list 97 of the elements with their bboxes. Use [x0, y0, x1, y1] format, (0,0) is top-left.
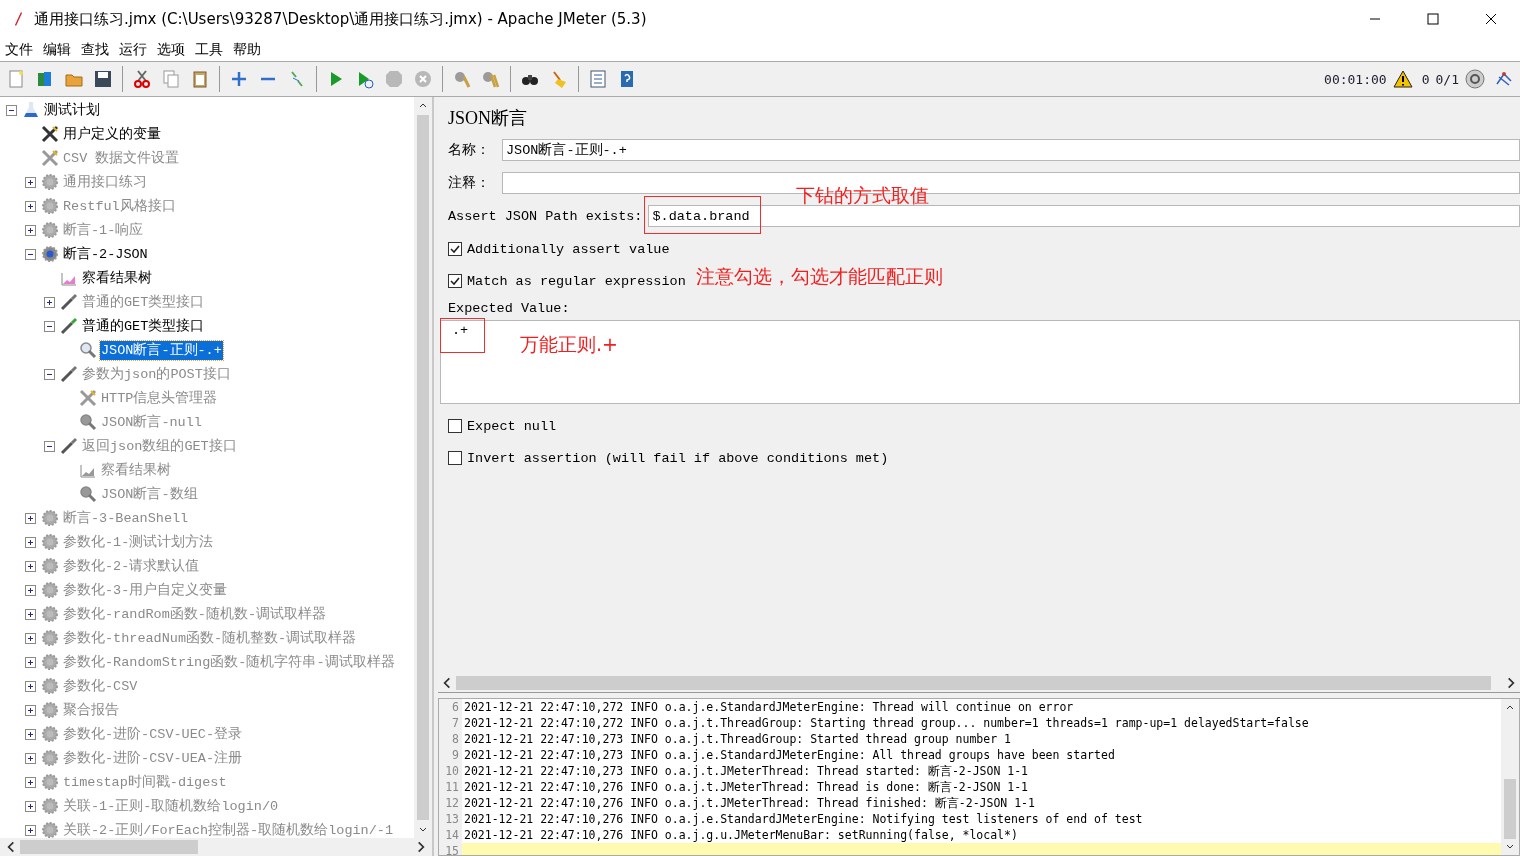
- log-line: 2021-12-21 22:47:10,273 INFO o.a.j.t.ThreadGroup: Started thread group number 1: [464, 732, 1011, 746]
- thread-count: 0/1: [1435, 71, 1459, 87]
- gear-icon: [41, 653, 59, 671]
- comment-label: 注释：: [448, 174, 490, 192]
- annotation-text: 万能正则.+: [520, 332, 618, 357]
- cut-icon[interactable]: [132, 69, 152, 89]
- name-label: 名称：: [448, 141, 490, 159]
- expected-value-label: Expected Value:: [448, 301, 571, 316]
- tree-item[interactable]: 用户定义的变量: [62, 124, 162, 144]
- expand-icon[interactable]: [229, 69, 249, 89]
- menu-item[interactable]: 帮助: [233, 40, 261, 59]
- tree-item[interactable]: 普通的GET类型接口: [81, 316, 206, 336]
- log-line: 2021-12-21 22:47:10,272 INFO o.a.j.e.StandardJMeterEngine: Thread will continue on error: [464, 700, 1074, 714]
- menu-item[interactable]: 查找: [81, 40, 109, 59]
- save-icon[interactable]: [93, 69, 113, 89]
- vertical-scrollbar[interactable]: [1501, 699, 1519, 855]
- line-number: 13: [439, 811, 462, 827]
- maximize-icon: [1427, 13, 1439, 25]
- log-line: 2021-12-21 22:47:10,276 INFO o.a.j.t.JMeterThread: Thread finished: 断言-2-JSON 1-1: [464, 795, 1035, 811]
- gear-icon: [41, 797, 59, 815]
- gear-icon: [41, 629, 59, 647]
- line-number: 15: [439, 843, 462, 855]
- checkbox-label[interactable]: Invert assertion (will fail if above conditions met): [467, 450, 889, 466]
- magnifier-icon: [79, 413, 97, 431]
- log-line: 2021-12-21 22:47:10,273 INFO o.a.j.e.StandardJMeterEngine: All thread groups have been started: [464, 748, 1115, 762]
- checkbox[interactable]: [448, 419, 462, 433]
- panel-title: JSON断言: [448, 107, 528, 130]
- paste-icon[interactable]: [190, 69, 210, 89]
- window-title: 通用接口练习.jmx (C:\Users\93287\Desktop\通用接口练习.jmx) - Apache JMeter (5.3): [34, 9, 647, 29]
- annotation-text: 注意勾选，勾选才能匹配正则: [695, 264, 943, 289]
- gear-icon: [41, 605, 59, 623]
- magnifier-icon: [79, 341, 97, 359]
- function-helper-icon[interactable]: [588, 69, 608, 89]
- gear-icon: [41, 245, 59, 263]
- pipette-icon: [60, 293, 78, 311]
- close-icon: [1485, 13, 1497, 25]
- line-number: 11: [439, 779, 462, 795]
- json-path-label: Assert JSON Path exists:: [448, 208, 643, 224]
- menu-item[interactable]: 文件: [5, 40, 33, 59]
- checkbox[interactable]: [448, 451, 462, 465]
- name-field[interactable]: JSON断言-正则-.+: [502, 139, 1520, 161]
- magnifier-icon: [79, 485, 97, 503]
- gear-icon: [41, 725, 59, 743]
- checkbox-label[interactable]: Additionally assert value: [467, 241, 670, 257]
- checkbox[interactable]: [448, 274, 462, 288]
- menu-item[interactable]: 运行: [119, 40, 147, 59]
- checkbox-label[interactable]: Expect null: [467, 418, 557, 434]
- line-number: 7: [439, 715, 462, 731]
- json-path-field[interactable]: $.data.brand: [648, 205, 1520, 227]
- log-line: 2021-12-21 22:47:10,272 INFO o.a.j.t.ThreadGroup: Starting thread group... number=1 threads=1 ramp-up=1 delayedStart=false: [464, 716, 1309, 730]
- checkbox[interactable]: [448, 242, 462, 256]
- line-number: 12: [439, 795, 462, 811]
- horizontal-scrollbar[interactable]: [0, 838, 432, 856]
- annotation-text: 下钻的方式取值: [796, 183, 930, 208]
- gear-icon: [41, 533, 59, 551]
- gear-icon: [41, 173, 59, 191]
- log-line: 2021-12-21 22:47:10,273 INFO o.a.j.t.JMeterThread: Thread started: 断言-2-JSON 1-1: [464, 763, 1029, 779]
- gear-icon: [41, 581, 59, 599]
- gear-icon: [41, 509, 59, 527]
- gear-icon: [41, 701, 59, 719]
- error-count: 0: [1421, 71, 1430, 87]
- menu-item[interactable]: 工具: [195, 40, 223, 59]
- menu-item[interactable]: 选项: [157, 40, 185, 59]
- wrench-icon: [41, 125, 59, 143]
- line-number: 9: [439, 747, 462, 763]
- line-number: 8: [439, 731, 462, 747]
- log-line: 2021-12-21 22:47:10,276 INFO o.a.j.t.JMeterThread: Thread is done: 断言-2-JSON 1-1: [464, 779, 1029, 795]
- tree-item[interactable]: 断言-2-JSON: [62, 244, 149, 264]
- gear-icon: [41, 773, 59, 791]
- line-number: 10: [439, 763, 462, 779]
- line-number: 14: [439, 827, 462, 843]
- collapse-toggle[interactable]: [44, 320, 55, 332]
- tree-item[interactable]: 测试计划: [43, 100, 101, 120]
- collapse-toggle[interactable]: [6, 104, 17, 116]
- tree-item[interactable]: 察看结果树: [81, 268, 153, 288]
- pipette-icon: [60, 317, 78, 335]
- checkbox-label[interactable]: Match as regular expression: [467, 273, 686, 289]
- line-number: 6: [439, 699, 462, 715]
- vertical-scrollbar[interactable]: [414, 97, 432, 838]
- collapse-toggle[interactable]: [25, 248, 36, 260]
- wrench-icon: [41, 149, 59, 167]
- gear-icon: [41, 557, 59, 575]
- wrench-icon: [79, 389, 97, 407]
- flask-icon: [22, 101, 40, 119]
- log-line: 2021-12-21 22:47:10,276 INFO o.a.j.g.u.JMeterMenuBar: setRunning(false, *local*): [464, 828, 1018, 842]
- menu-item[interactable]: 编辑: [43, 40, 71, 59]
- warning-icon[interactable]: [1392, 69, 1413, 89]
- pipette-icon: [60, 365, 78, 383]
- pipette-icon: [60, 437, 78, 455]
- gear-icon: [41, 221, 59, 239]
- gear-icon: [41, 749, 59, 767]
- log-line: 2021-12-21 22:47:10,276 INFO o.a.j.e.StandardJMeterEngine: Notifying test listeners of end of test: [464, 812, 1143, 826]
- tree-item[interactable]: JSON断言-正则-.+: [100, 340, 223, 360]
- gear-icon: [41, 197, 59, 215]
- gear-icon: [41, 821, 59, 838]
- elapsed-time: 00:01:00: [1324, 71, 1387, 87]
- gear-icon: [41, 677, 59, 695]
